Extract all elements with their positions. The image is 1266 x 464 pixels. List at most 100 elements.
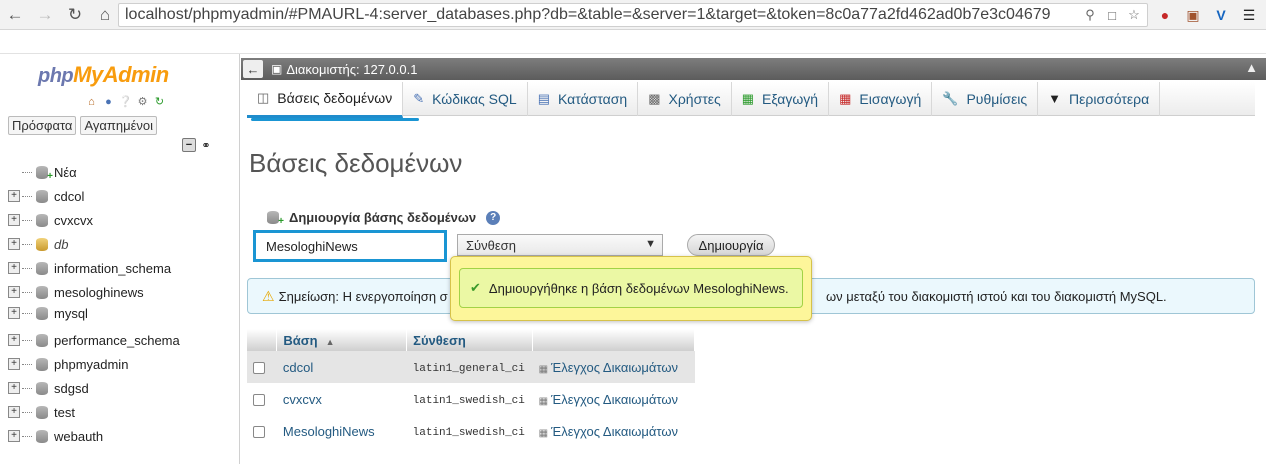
help-icon[interactable]: ? xyxy=(486,210,501,225)
chevron-down-icon: ▼ xyxy=(645,238,656,250)
tab-status[interactable]: ▤ Κατάσταση xyxy=(528,81,639,116)
bookmark-star-icon[interactable]: ☆ xyxy=(1125,6,1143,24)
database-icon xyxy=(34,381,50,395)
database-link[interactable]: MesologhiNews xyxy=(283,424,375,439)
table-row: cdcol latin1_general_ci ▦ Έλεγχος Δικαιωμ… xyxy=(247,351,695,383)
check-privileges-link[interactable]: ▦ Έλεγχος Δικαιωμάτων xyxy=(539,424,678,439)
page-icon[interactable]: □ xyxy=(1103,6,1121,24)
expand-icon[interactable]: + xyxy=(8,406,20,418)
check-icon: ✔ xyxy=(470,280,481,295)
tree-item-db[interactable]: + mysql xyxy=(8,304,236,322)
back-arrow-icon[interactable]: ← xyxy=(243,60,263,78)
tree-item-db[interactable]: + cvxcvx xyxy=(8,208,236,232)
expand-icon[interactable]: + xyxy=(8,262,20,274)
settings-icon[interactable]: ⚙ xyxy=(135,94,150,109)
url-text[interactable]: localhost/phpmyadmin/#PMAURL-4:server_da… xyxy=(125,6,1085,24)
expand-icon[interactable]: + xyxy=(8,286,20,298)
expand-icon[interactable]: + xyxy=(8,190,20,202)
home-icon[interactable]: ⌂ xyxy=(90,0,120,30)
extension-stop-icon[interactable]: ● xyxy=(1154,4,1176,26)
refresh-icon[interactable]: ↻ xyxy=(152,94,167,109)
back-arrow-icon[interactable]: ← xyxy=(0,0,30,30)
chevron-down-icon: ▼ xyxy=(1048,91,1062,106)
table-row: cvxcvx latin1_swedish_ci ▦ Έλεγχος Δικαιω… xyxy=(247,383,695,415)
tree-item-db[interactable]: + phpmyadmin xyxy=(8,352,236,376)
collation-value: latin1_general_ci xyxy=(412,363,525,375)
select-column-header xyxy=(247,329,278,351)
row-checkbox[interactable] xyxy=(253,362,265,375)
tree-item-db[interactable]: + mesologhinews xyxy=(8,280,236,304)
collation-select[interactable]: Σύνθεση ▼ xyxy=(457,234,663,256)
collapse-top-icon[interactable]: ▲ xyxy=(1245,60,1258,75)
tab-favorites[interactable]: Αγαπημένοι xyxy=(80,116,158,135)
create-button[interactable]: Δημιουργία xyxy=(687,234,775,256)
collapse-all-icon[interactable]: − xyxy=(182,138,196,152)
tree-item-new[interactable]: Νέα xyxy=(8,160,236,184)
create-database-heading: Δημιουργία βάσης δεδομένων ? xyxy=(265,210,501,227)
location-icon[interactable]: ⚲ xyxy=(1081,6,1099,24)
database-name-input[interactable] xyxy=(253,230,447,262)
tab-export[interactable]: ▦ Εξαγωγή xyxy=(732,81,830,116)
column-header-database[interactable]: Βάση ▲ xyxy=(276,329,408,351)
phpmyadmin-logo[interactable]: phpMyAdmin xyxy=(38,62,169,88)
tree-item-db[interactable]: + cdcol xyxy=(8,184,236,208)
extension-face-icon[interactable]: ▣ xyxy=(1182,4,1204,26)
database-icon xyxy=(34,261,50,275)
success-notification[interactable]: ✔ Δημιουργήθηκε η βάση δεδομένων Mesolog… xyxy=(450,256,812,321)
database-icon xyxy=(34,405,50,419)
menu-icon[interactable]: ☰ xyxy=(1238,4,1260,26)
page-title: Βάσεις δεδομένων xyxy=(249,148,463,178)
address-bar[interactable]: localhost/phpmyadmin/#PMAURL-4:server_da… xyxy=(118,3,1148,27)
recent-favorites-tabs: Πρόσφατα Αγαπημένοι xyxy=(8,116,158,135)
column-header-collation[interactable]: Σύνθεση xyxy=(406,329,534,351)
tab-sql[interactable]: ✎ Κώδικας SQL xyxy=(403,81,528,116)
sql-query-icon[interactable]: ● xyxy=(101,94,116,109)
row-checkbox[interactable] xyxy=(253,426,265,439)
sort-asc-icon[interactable]: ▲ xyxy=(326,337,335,347)
database-group-icon xyxy=(34,237,50,251)
expand-icon[interactable]: + xyxy=(8,382,20,394)
database-icon xyxy=(34,189,50,203)
expand-icon[interactable]: + xyxy=(8,334,20,346)
database-link[interactable]: cdcol xyxy=(283,360,313,375)
tree-item-db[interactable]: + test xyxy=(8,400,236,424)
database-icon xyxy=(34,306,50,320)
forward-arrow-icon[interactable]: → xyxy=(30,0,60,30)
row-checkbox[interactable] xyxy=(253,394,265,407)
home-icon[interactable]: ⌂ xyxy=(84,94,99,109)
server-label[interactable]: Διακομιστής: 127.0.0.1 xyxy=(286,62,417,77)
active-tab-highlight xyxy=(251,118,419,121)
tree-tools: − ⚭ xyxy=(182,138,213,152)
tab-recent[interactable]: Πρόσφατα xyxy=(8,116,77,135)
expand-icon[interactable]: + xyxy=(8,238,20,250)
tab-more[interactable]: ▼ Περισσότερα xyxy=(1038,81,1161,116)
check-privileges-link[interactable]: ▦ Έλεγχος Δικαιωμάτων xyxy=(539,392,678,407)
extension-v-icon[interactable]: V xyxy=(1210,4,1232,26)
table-row: MesologhiNews latin1_swedish_ci ▦ Έλεγχος… xyxy=(247,415,695,447)
tree-item-db[interactable]: + information_schema xyxy=(8,256,236,280)
check-privileges-link[interactable]: ▦ Έλεγχος Δικαιωμάτων xyxy=(539,360,678,375)
expand-icon[interactable]: + xyxy=(8,214,20,226)
server-breadcrumb: ← ▣ Διακομιστής: 127.0.0.1 ▲ xyxy=(241,58,1266,80)
tree-item-db[interactable]: + sdgsd xyxy=(8,376,236,400)
database-icon xyxy=(34,357,50,371)
tab-databases[interactable]: ◫ Βάσεις δεδομένων xyxy=(247,81,404,118)
tab-import[interactable]: ▦ Εισαγωγή xyxy=(829,81,933,116)
tab-users[interactable]: ▩ Χρήστες xyxy=(638,81,732,116)
expand-icon[interactable]: + xyxy=(8,307,20,319)
users-icon: ▩ xyxy=(648,90,661,106)
expand-icon[interactable]: + xyxy=(8,430,20,442)
wrench-icon: 🔧 xyxy=(942,90,959,106)
databases-table: Βάση ▲ Σύνθεση cdcol latin1_general_ci ▦ Έ… xyxy=(247,329,695,447)
database-icon xyxy=(34,285,50,299)
quick-links: ⌂ ● ❔ ⚙ ↻ xyxy=(84,94,167,109)
tree-item-db[interactable]: + performance_schema xyxy=(8,328,236,352)
tree-item-db[interactable]: + db xyxy=(8,232,236,256)
link-icon[interactable]: ⚭ xyxy=(199,138,213,152)
tab-settings[interactable]: 🔧 Ρυθμίσεις xyxy=(932,81,1039,116)
docs-icon[interactable]: ❔ xyxy=(118,94,133,109)
expand-icon[interactable]: + xyxy=(8,358,20,370)
reload-icon[interactable]: ↻ xyxy=(60,0,90,30)
database-link[interactable]: cvxcvx xyxy=(283,392,322,407)
tree-item-db[interactable]: + webauth xyxy=(8,424,236,448)
